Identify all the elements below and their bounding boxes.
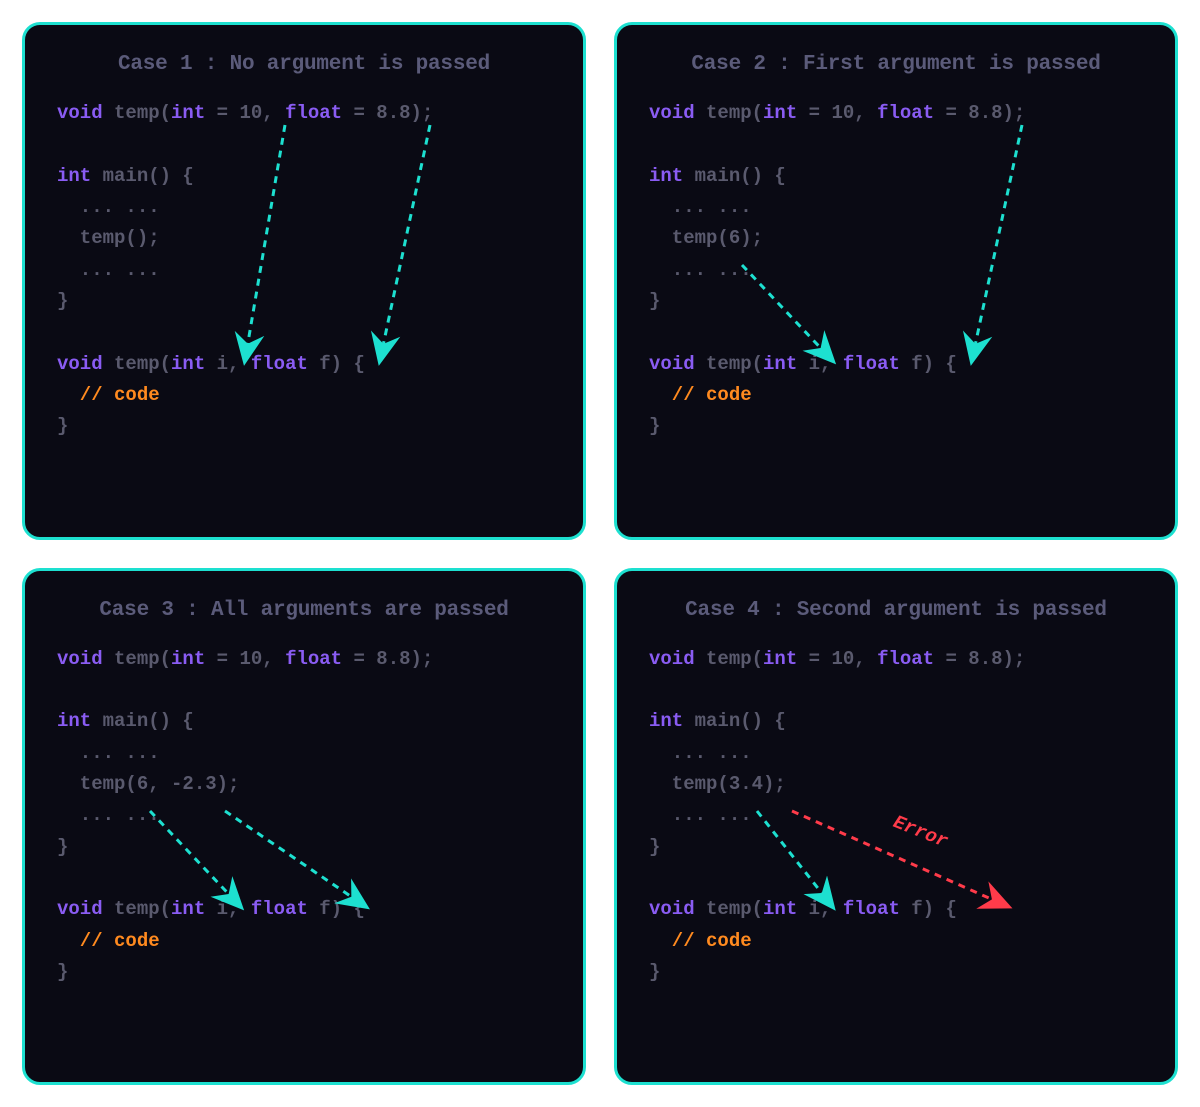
panel-case-1: Case 1 : No argument is passed void temp… — [22, 22, 586, 540]
panel-title: Case 1 : No argument is passed — [57, 53, 551, 76]
panel-title: Case 4 : Second argument is passed — [649, 599, 1143, 622]
keyword-int: int — [171, 102, 205, 124]
panel-case-2: Case 2 : First argument is passed void t… — [614, 22, 1178, 540]
panel-case-3: Case 3 : All arguments are passed void t… — [22, 568, 586, 1086]
keyword-void: void — [57, 102, 103, 124]
panel-title: Case 2 : First argument is passed — [649, 53, 1143, 76]
panel-case-4: Case 4 : Second argument is passed void … — [614, 568, 1178, 1086]
code-block: void temp(int = 10, float = 8.8); int ma… — [57, 644, 551, 989]
keyword-float: float — [285, 102, 342, 124]
code-block: void temp(int = 10, float = 8.8); int ma… — [649, 98, 1143, 443]
diagram-grid: Case 1 : No argument is passed void temp… — [22, 22, 1178, 1085]
comment: // code — [57, 384, 160, 406]
panel-title: Case 3 : All arguments are passed — [57, 599, 551, 622]
code-block: void temp(int = 10, float = 8.8); int ma… — [57, 98, 551, 443]
